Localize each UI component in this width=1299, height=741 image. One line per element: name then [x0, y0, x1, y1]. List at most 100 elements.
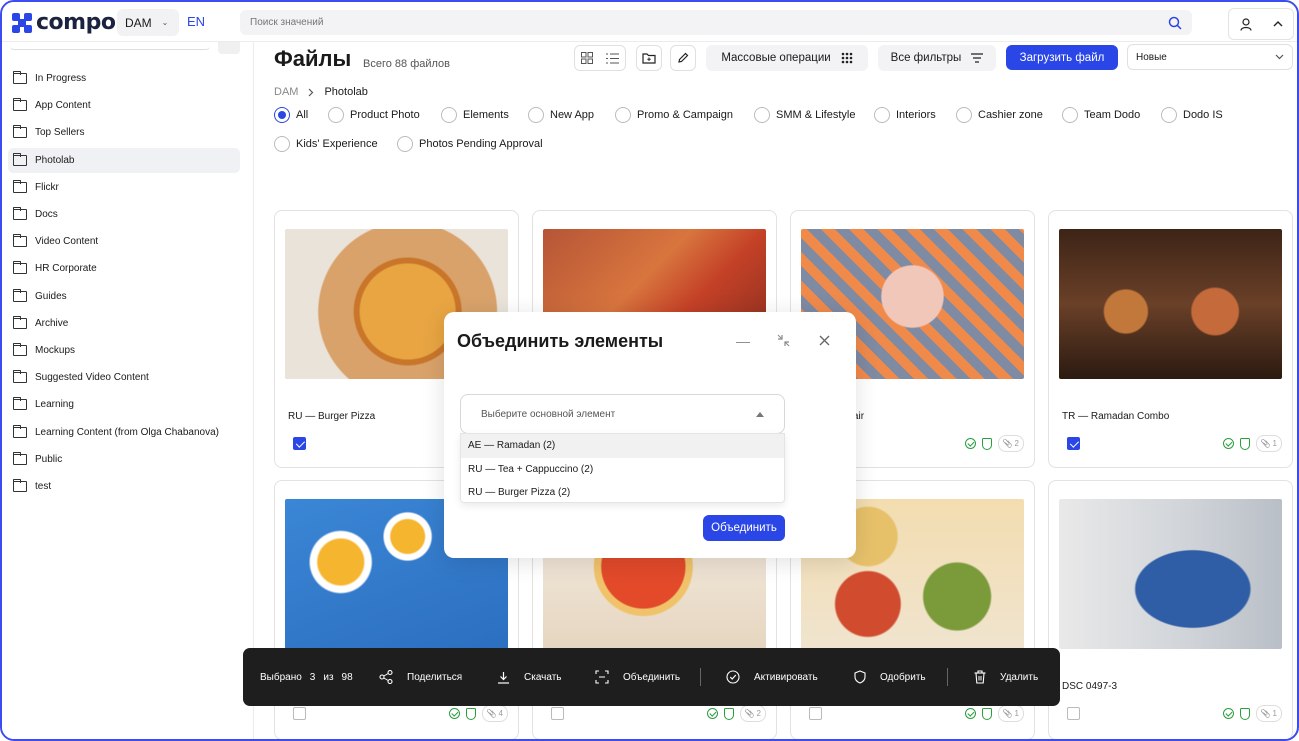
dropdown-option[interactable]: AE — Ramadan (2) — [461, 434, 784, 458]
separator — [947, 668, 948, 686]
sidebar-item[interactable]: Suggested Video Content — [8, 365, 240, 390]
page-title: Файлы — [274, 46, 352, 71]
sort-select[interactable]: Новые — [1127, 44, 1293, 70]
sidebar-item[interactable]: Public — [8, 447, 240, 472]
sidebar-item[interactable]: Flickr — [8, 175, 240, 200]
sidebar-item[interactable]: Video Content — [8, 229, 240, 254]
sidebar-item[interactable]: Guides — [8, 284, 240, 309]
sidebar-collapse-button[interactable] — [218, 42, 240, 54]
category-radio[interactable]: Elements — [441, 106, 509, 124]
sidebar-item[interactable]: HR Corporate — [8, 256, 240, 281]
attachments-badge[interactable]: 📎 1 — [997, 705, 1024, 722]
sidebar-item[interactable]: Learning — [8, 392, 240, 417]
category-radio[interactable]: Interiors — [874, 106, 936, 124]
sidebar-item[interactable]: Top Sellers — [8, 120, 240, 145]
category-radio[interactable]: New App — [528, 106, 594, 124]
select-checkbox[interactable] — [1067, 437, 1080, 450]
sidebar-item[interactable]: App Content — [8, 93, 240, 118]
attachments-badge[interactable]: 📎 4 — [481, 705, 508, 722]
selection-counter: Выбрано 3 из 98 — [260, 648, 353, 706]
attachments-badge[interactable]: 📎 1 — [1255, 435, 1282, 452]
category-radio[interactable]: Dodo IS — [1161, 106, 1223, 124]
minimize-icon[interactable]: — — [736, 334, 750, 348]
approved-shield-icon — [1239, 707, 1250, 720]
close-icon[interactable] — [817, 334, 831, 348]
breadcrumb-root[interactable]: DAM — [274, 86, 298, 98]
sidebar-item[interactable]: Photolab — [8, 147, 240, 173]
top-bar: compo DAM ⌄ EN — [2, 2, 1297, 42]
list-view-icon[interactable] — [605, 53, 619, 64]
edit-button[interactable] — [670, 45, 696, 71]
attachments-badge[interactable]: 📎 2 — [997, 435, 1024, 452]
radio-indicator — [615, 107, 631, 123]
folder-icon — [12, 152, 27, 166]
select-checkbox[interactable] — [293, 707, 306, 720]
select-checkbox[interactable] — [809, 707, 822, 720]
grid-view-icon[interactable] — [581, 52, 594, 64]
file-card[interactable]: TR — Ramadan Combo 📎 1 — [1048, 210, 1293, 468]
select-checkbox[interactable] — [293, 437, 306, 450]
file-status-icons: 📎 2 — [706, 705, 766, 722]
sidebar-item[interactable]: In Progress — [8, 66, 240, 91]
sidebar-item[interactable]: test — [8, 474, 240, 499]
folder-plus-icon — [642, 53, 656, 64]
upload-file-button[interactable]: Загрузить файл — [1006, 45, 1118, 70]
bulk-operations-button[interactable]: Массовые операции — [706, 45, 868, 71]
category-radio[interactable]: All — [274, 106, 308, 124]
workspace-select[interactable]: DAM ⌄ — [117, 9, 179, 36]
merge-button[interactable]: Объединить — [595, 648, 680, 706]
category-radio[interactable]: Team Dodo — [1062, 106, 1140, 124]
file-card[interactable]: DSC 0497-3 📎 1 — [1048, 480, 1293, 739]
category-label: Cashier zone — [978, 109, 1043, 121]
logo[interactable]: compo — [12, 10, 116, 35]
primary-element-select[interactable]: Выберите основной элемент — [460, 394, 785, 434]
radio-indicator — [956, 107, 972, 123]
attachments-count: 1 — [1272, 439, 1277, 448]
active-status-icon — [1222, 438, 1234, 449]
new-folder-button[interactable] — [636, 45, 662, 71]
user-menu[interactable] — [1228, 8, 1294, 40]
category-radio[interactable]: Product Photo — [328, 106, 420, 124]
category-radio[interactable]: Cashier zone — [956, 106, 1043, 124]
category-radio[interactable]: Photos Pending Approval — [397, 135, 543, 153]
category-radio[interactable]: Kids' Experience — [274, 135, 378, 153]
sidebar-item[interactable]: Docs — [8, 202, 240, 227]
attachments-badge[interactable]: 📎 1 — [1255, 705, 1282, 722]
download-label: Скачать — [524, 671, 562, 683]
radio-indicator — [397, 136, 413, 152]
category-label: Product Photo — [350, 109, 420, 121]
all-filters-button[interactable]: Все фильтры — [878, 45, 996, 71]
share-button[interactable]: Поделиться — [379, 648, 462, 706]
sidebar-item[interactable]: Learning Content (from Olga Chabanova) — [8, 420, 240, 445]
collapse-icon[interactable] — [776, 334, 790, 348]
sidebar-item[interactable]: Archive — [8, 311, 240, 336]
select-checkbox[interactable] — [1067, 707, 1080, 720]
download-button[interactable]: Скачать — [497, 648, 562, 706]
category-label: Kids' Experience — [296, 138, 378, 150]
search-input[interactable] — [250, 17, 1150, 28]
dropdown-option[interactable]: RU — Burger Pizza (2) — [461, 481, 784, 505]
file-thumbnail[interactable] — [1059, 229, 1282, 379]
file-thumbnail[interactable] — [1059, 499, 1282, 649]
language-switch[interactable]: EN — [187, 14, 205, 29]
merge-submit-button[interactable]: Объединить — [703, 515, 785, 541]
attachments-badge[interactable]: 📎 2 — [739, 705, 766, 722]
app-window: compo DAM ⌄ EN In Progress App Content Top… — [0, 0, 1299, 741]
dropdown-option[interactable]: RU — Tea + Cappuccino (2) — [461, 458, 784, 482]
sidebar-item-label: Photolab — [35, 154, 75, 166]
category-label: Interiors — [896, 109, 936, 121]
sidebar-item-label: Video Content — [35, 236, 99, 248]
approved-shield-icon — [1239, 437, 1250, 450]
approve-button[interactable]: Одобрить — [854, 648, 926, 706]
search-icon[interactable] — [1168, 16, 1182, 30]
sidebar-item[interactable]: Mockups — [8, 338, 240, 363]
activate-button[interactable]: Активировать — [726, 648, 818, 706]
approved-shield-icon — [465, 707, 476, 720]
delete-button[interactable]: Удалить — [974, 648, 1038, 706]
category-radio[interactable]: SMM & Lifestyle — [754, 106, 855, 124]
radio-indicator — [274, 136, 290, 152]
folder-icon — [12, 288, 27, 302]
category-radio[interactable]: Promo & Campaign — [615, 106, 733, 124]
select-checkbox[interactable] — [551, 707, 564, 720]
chevron-up-icon — [1273, 21, 1282, 27]
